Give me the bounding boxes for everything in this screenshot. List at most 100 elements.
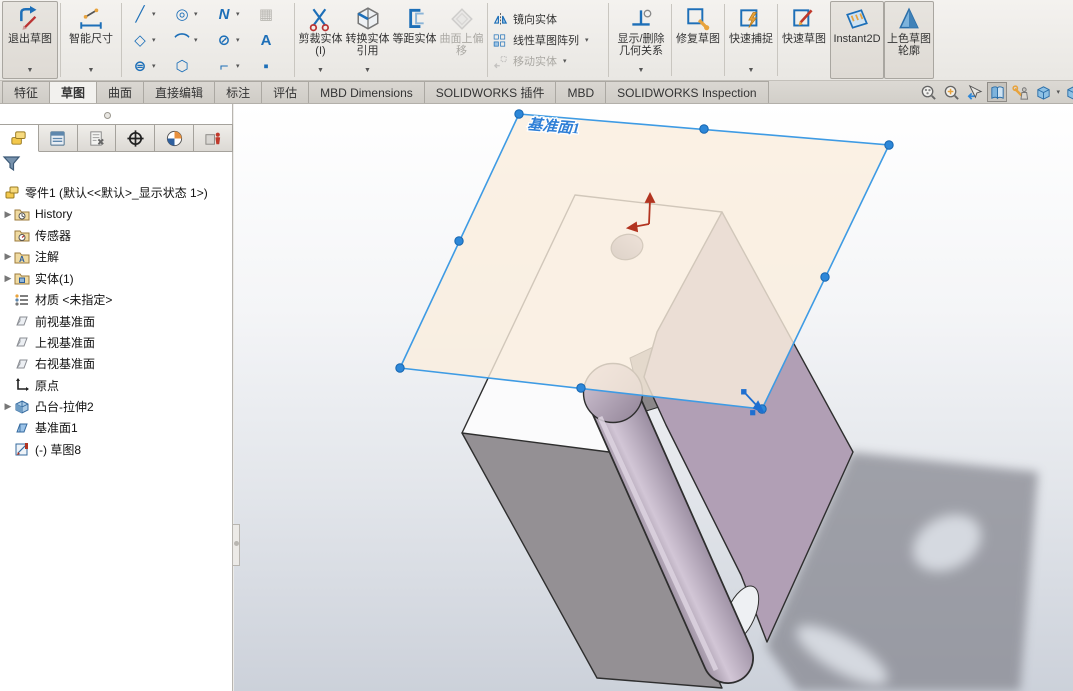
mirror-entities-button[interactable]: 镜向实体 bbox=[492, 10, 604, 28]
panel-splitter-handle[interactable] bbox=[233, 524, 240, 566]
origin-icon bbox=[14, 377, 30, 393]
convert-entities-button[interactable]: 转换实体引用 ▼ bbox=[344, 1, 391, 79]
shaded-sketch-contours-button[interactable]: 上色草图轮廓 bbox=[884, 1, 934, 79]
sensors-folder-icon bbox=[14, 227, 30, 243]
tab-solidworks-inspection[interactable]: SOLIDWORKS Inspection bbox=[605, 81, 768, 103]
exit-sketch-label: 退出草图 bbox=[3, 33, 57, 45]
tree-item-part-root[interactable]: 零件1 (默认<<默认>_显示状态 1>) bbox=[0, 182, 232, 203]
selection-filter-icon[interactable] bbox=[964, 82, 984, 102]
headsup-icons: ▾ bbox=[918, 81, 1073, 103]
tab-features[interactable]: 特征 bbox=[2, 81, 50, 103]
display-delete-relations-button[interactable]: 显示/删除几何关系 ▼ bbox=[611, 1, 671, 79]
dimxpertmanager-tab[interactable] bbox=[116, 125, 155, 151]
tab-direct-editing[interactable]: 直接编辑 bbox=[143, 81, 215, 103]
tree-filter-funnel-icon[interactable] bbox=[2, 154, 231, 180]
section-view-icon[interactable] bbox=[987, 82, 1007, 102]
featuremanager-tree-tab[interactable] bbox=[0, 125, 39, 152]
tree-item-right-plane[interactable]: 右视基准面 bbox=[0, 353, 232, 374]
configurationmanager-tab[interactable] bbox=[78, 125, 117, 151]
commandmanager-tab-row: 特征 草图 曲面 直接编辑 标注 评估 MBD Dimensions SOLID… bbox=[0, 81, 1073, 104]
instant2d-button[interactable]: Instant2D bbox=[830, 1, 884, 79]
zoom-to-area-icon[interactable] bbox=[941, 82, 961, 102]
plane-handle[interactable] bbox=[515, 110, 523, 118]
arc-tool[interactable]: ⌒▾ bbox=[166, 27, 208, 53]
polygon-tool[interactable]: ⬡ bbox=[166, 53, 208, 79]
sketch-tools-icon[interactable] bbox=[1010, 82, 1030, 102]
ellipse-tool[interactable]: ⊘▾ bbox=[208, 27, 250, 53]
trim-entities-button[interactable]: 剪裁实体(I) ▼ bbox=[297, 1, 344, 79]
tree-item-origin[interactable]: 原点 bbox=[0, 375, 232, 396]
propertymanager-tab[interactable] bbox=[39, 125, 78, 151]
quick-snaps-icon bbox=[738, 6, 764, 32]
expand-arrow-icon[interactable]: ▶ bbox=[2, 209, 14, 220]
featuremanager-panel: 零件1 (默认<<默认>_显示状态 1>) ▶ History 传感器 ▶ 注解 bbox=[0, 104, 233, 691]
tree-item-boss-extrude2[interactable]: ▶ 凸台-拉伸2 bbox=[0, 396, 232, 417]
graphics-viewport[interactable]: 基准面1 bbox=[234, 104, 1073, 691]
exit-sketch-icon bbox=[17, 6, 43, 32]
tree-item-sensors[interactable]: 传感器 bbox=[0, 225, 232, 246]
point-tool[interactable]: ▪ bbox=[250, 53, 292, 79]
inspection-cam-tab[interactable] bbox=[194, 125, 233, 151]
repair-sketch-button[interactable]: 修复草图 bbox=[672, 1, 724, 79]
group-exit-sketch: 退出草图 ▼ bbox=[0, 0, 60, 80]
offset-entities-button[interactable]: 等距实体 bbox=[391, 1, 438, 79]
tab-surfaces[interactable]: 曲面 bbox=[96, 81, 144, 103]
tree-item-top-plane[interactable]: 上视基准面 bbox=[0, 332, 232, 353]
tree-item-history[interactable]: ▶ History bbox=[0, 203, 232, 224]
text-tool[interactable]: A bbox=[250, 27, 292, 53]
plane-handle[interactable] bbox=[821, 273, 829, 281]
plane-handle[interactable] bbox=[577, 384, 585, 392]
rapid-sketch-icon bbox=[791, 6, 817, 32]
circle-tool[interactable]: ◎▾ bbox=[166, 1, 208, 27]
spline-tool[interactable]: N▾ bbox=[208, 1, 250, 27]
plane-handle[interactable] bbox=[455, 237, 463, 245]
tab-mbd-dimensions[interactable]: MBD Dimensions bbox=[308, 81, 425, 103]
tree-item-plane1[interactable]: 基准面1 bbox=[0, 417, 232, 438]
slot-tool[interactable]: ⊜▾ bbox=[124, 53, 166, 79]
tree-item-annotations[interactable]: ▶ 注解 bbox=[0, 246, 232, 267]
appearances-icon[interactable] bbox=[1033, 82, 1053, 102]
expand-arrow-icon[interactable]: ▶ bbox=[2, 401, 14, 412]
line-tool[interactable]: ╱▾ bbox=[124, 1, 166, 27]
tab-sketch[interactable]: 草图 bbox=[49, 81, 97, 103]
tab-markup[interactable]: 标注 bbox=[214, 81, 262, 103]
smart-dimension-label: 智能尺寸 bbox=[64, 33, 118, 45]
appearances-dropdown[interactable]: ▾ bbox=[1056, 88, 1060, 96]
main-area: 零件1 (默认<<默认>_显示状态 1>) ▶ History 传感器 ▶ 注解 bbox=[0, 104, 1073, 691]
part-icon bbox=[4, 185, 20, 201]
smart-dimension-dropdown[interactable]: ▼ bbox=[88, 67, 95, 75]
tab-mbd[interactable]: MBD bbox=[555, 81, 606, 103]
model-scene: 基准面1 bbox=[234, 104, 1073, 691]
fillet-tool[interactable]: ⌐▾ bbox=[208, 53, 250, 79]
expand-arrow-icon[interactable]: ▶ bbox=[2, 273, 14, 284]
tab-evaluate[interactable]: 评估 bbox=[261, 81, 309, 103]
reference-plane[interactable]: 基准面1 bbox=[396, 110, 893, 413]
tree-item-front-plane[interactable]: 前视基准面 bbox=[0, 310, 232, 331]
tree-item-sketch8[interactable]: (-) 草图8 bbox=[0, 439, 232, 460]
group-edit-entities: 剪裁实体(I) ▼ 转换实体引用 ▼ 等距实体 曲面上偏移 bbox=[295, 0, 487, 80]
solid-bodies-folder-icon bbox=[14, 270, 30, 286]
quick-snaps-button[interactable]: 快速捕捉 ▼ bbox=[725, 1, 777, 79]
offset-entities-icon bbox=[402, 6, 428, 32]
plane-handle[interactable] bbox=[700, 125, 708, 133]
instant2d-icon bbox=[844, 6, 870, 32]
exit-sketch-button[interactable]: 退出草图 ▼ bbox=[2, 1, 58, 79]
exit-sketch-dropdown[interactable]: ▼ bbox=[27, 67, 34, 75]
expand-arrow-icon[interactable]: ▶ bbox=[2, 251, 14, 262]
tree-item-solid-bodies[interactable]: ▶ 实体(1) bbox=[0, 268, 232, 289]
rectangle-tool[interactable]: ◇▾ bbox=[124, 27, 166, 53]
panel-tab-strip bbox=[0, 124, 233, 152]
mirror-entities-icon bbox=[492, 11, 509, 28]
plane-blue-icon bbox=[14, 420, 30, 436]
zoom-to-fit-icon[interactable] bbox=[918, 82, 938, 102]
tab-solidworks-addins[interactable]: SOLIDWORKS 插件 bbox=[424, 81, 557, 103]
tree-item-material[interactable]: 材质 <未指定> bbox=[0, 289, 232, 310]
plane-handle[interactable] bbox=[396, 364, 404, 372]
clipped-edge-icon[interactable] bbox=[1063, 82, 1073, 102]
panel-collapse-handle[interactable] bbox=[104, 112, 111, 119]
displaymanager-tab[interactable] bbox=[155, 125, 194, 151]
smart-dimension-button[interactable]: 智能尺寸 ▼ bbox=[63, 1, 119, 79]
linear-sketch-pattern-button[interactable]: 线性草图阵列 ▾ bbox=[492, 31, 604, 49]
rapid-sketch-button[interactable]: 快速草图 bbox=[778, 1, 830, 79]
plane-handle[interactable] bbox=[885, 141, 893, 149]
